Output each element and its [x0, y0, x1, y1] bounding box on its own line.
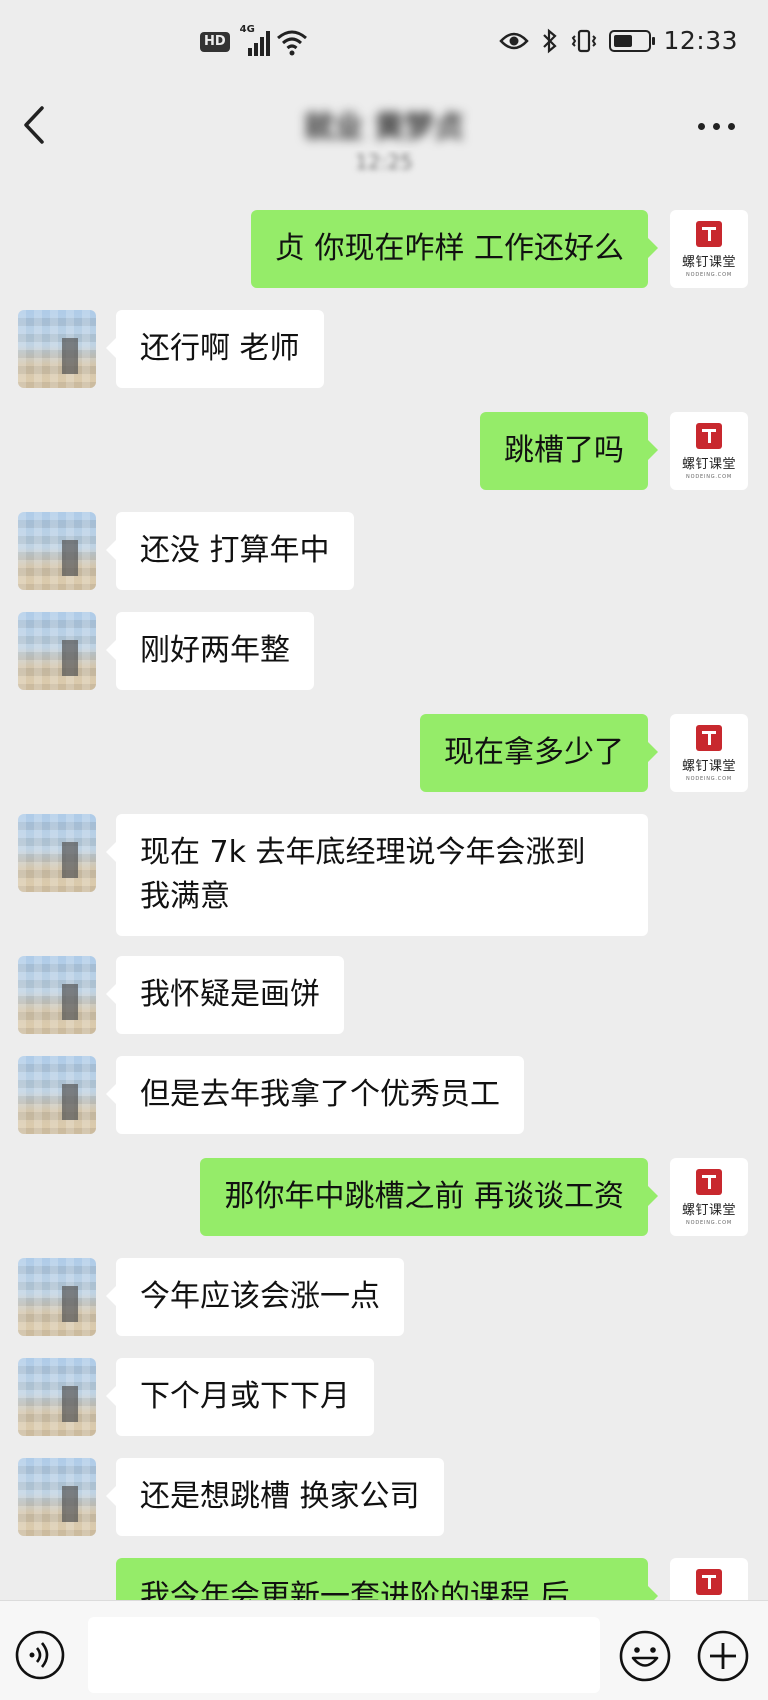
message-bubble-incoming[interactable]: 还行啊 老师: [106, 310, 324, 388]
message-bubble-incoming[interactable]: 今年应该会涨一点: [106, 1258, 404, 1336]
bluetooth-icon: [543, 28, 558, 53]
signal-4g-icon: 4G: [238, 24, 270, 56]
message-bubble-incoming[interactable]: 还没 打算年中: [106, 512, 354, 590]
contact-avatar[interactable]: [18, 1458, 96, 1536]
contact-avatar[interactable]: [18, 612, 96, 690]
message-bubble-incoming[interactable]: 还是想跳槽 换家公司: [106, 1458, 444, 1536]
contact-avatar[interactable]: [18, 512, 96, 590]
message-bubble-outgoing[interactable]: 贞 你现在咋样 工作还好么: [250, 210, 659, 288]
plus-icon[interactable]: [696, 1629, 750, 1683]
eye-icon: [499, 32, 530, 49]
message-bubble-outgoing[interactable]: 现在拿多少了: [420, 714, 658, 792]
contact-avatar[interactable]: [18, 1258, 96, 1336]
message-timestamp: 12:25: [355, 150, 413, 174]
message-list[interactable]: 12:25 贞 你现在咋样 工作还好么 螺钉课堂 NODEING.COM 还行啊…: [0, 150, 768, 1600]
voice-icon[interactable]: [14, 1629, 66, 1681]
contact-avatar[interactable]: [18, 814, 96, 892]
more-options-button[interactable]: [698, 118, 738, 134]
hd-badge: HD: [200, 32, 230, 52]
logo-t-icon: [696, 724, 722, 751]
message-bubble-incoming[interactable]: 但是去年我拿了个优秀员工: [106, 1056, 524, 1134]
status-time: 12:33: [663, 26, 738, 55]
contact-avatar[interactable]: [18, 1358, 96, 1436]
logo-t-icon: [696, 1168, 722, 1195]
input-bar: [0, 1600, 768, 1700]
message-bubble-outgoing[interactable]: 那你年中跳槽之前 再谈谈工资: [200, 1158, 658, 1236]
teacher-avatar[interactable]: 螺钉课堂 NODEING.COM: [670, 412, 748, 490]
status-bar: HD 4G 12:33: [0, 0, 768, 88]
vibrate-icon: [572, 29, 597, 52]
teacher-avatar[interactable]: 螺钉课堂 NODEING.COM: [670, 714, 748, 792]
chat-title: 就业 黄梦贞: [303, 110, 465, 145]
message-bubble-outgoing[interactable]: 跳槽了吗: [480, 412, 658, 490]
emoji-icon[interactable]: [618, 1629, 672, 1683]
message-bubble-outgoing[interactable]: 我今年会更新一套进阶的课程 后: [116, 1558, 658, 1600]
message-bubble-incoming[interactable]: 现在 7k 去年底经理说今年会涨到 我满意: [106, 814, 648, 936]
contact-avatar[interactable]: [18, 310, 96, 388]
message-input[interactable]: [88, 1617, 600, 1693]
message-bubble-incoming[interactable]: 我怀疑是画饼: [106, 956, 344, 1034]
status-right: 12:33: [499, 26, 738, 55]
wifi-icon: [276, 30, 307, 56]
dot-icon: [728, 122, 735, 130]
dot-icon: [698, 122, 705, 130]
message-bubble-incoming[interactable]: 下个月或下下月: [106, 1358, 374, 1436]
contact-avatar[interactable]: [18, 956, 96, 1034]
teacher-avatar[interactable]: 螺钉课堂 NODEING.COM: [670, 1158, 748, 1236]
logo-t-icon: [696, 220, 722, 247]
logo-t-icon: [696, 1568, 722, 1595]
teacher-avatar[interactable]: 螺钉课堂 NODEING.COM: [670, 210, 748, 288]
status-left: HD 4G: [200, 24, 308, 56]
contact-avatar[interactable]: [18, 1056, 96, 1134]
dot-icon: [713, 122, 720, 130]
teacher-avatar[interactable]: 螺钉课堂 NODEING.COM: [670, 1558, 748, 1600]
message-bubble-incoming[interactable]: 刚好两年整: [106, 612, 314, 690]
battery-icon: [609, 29, 656, 52]
logo-t-icon: [696, 422, 722, 449]
